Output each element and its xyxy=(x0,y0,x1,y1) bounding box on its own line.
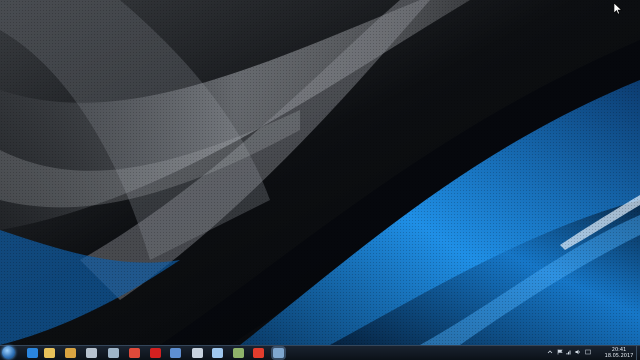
taskbar-button-document-icon[interactable] xyxy=(192,348,203,358)
desktop-wallpaper xyxy=(0,0,640,345)
show-desktop-button[interactable] xyxy=(636,346,640,360)
taskbar: 20:41 18.05.2017 xyxy=(0,345,640,360)
clock[interactable]: 20:41 18.05.2017 xyxy=(600,346,638,360)
taskbar-button-internet-explorer-icon[interactable] xyxy=(27,348,38,358)
wallpaper-art xyxy=(0,0,640,345)
taskbar-button-document-icon[interactable] xyxy=(212,348,223,358)
start-button[interactable] xyxy=(2,346,15,359)
taskbar-button-record-icon[interactable] xyxy=(150,348,161,358)
taskbar-button-settings-app-icon[interactable] xyxy=(233,348,244,358)
taskbar-button-app-icon[interactable] xyxy=(129,348,140,358)
taskbar-button-app-icon[interactable] xyxy=(65,348,76,358)
show-hidden-icons-icon[interactable] xyxy=(547,349,553,355)
volume-icon[interactable] xyxy=(575,349,581,355)
system-tray xyxy=(545,348,595,358)
language-icon[interactable] xyxy=(585,349,591,355)
flag-icon[interactable] xyxy=(557,349,563,355)
mouse-pointer-icon xyxy=(614,3,622,15)
clock-date: 18.05.2017 xyxy=(604,353,634,359)
taskbar-button-file-explorer-icon[interactable] xyxy=(44,348,55,358)
network-icon[interactable] xyxy=(566,349,572,355)
taskbar-button-app-icon[interactable] xyxy=(108,348,119,358)
taskbar-button-visual-studio-icon[interactable] xyxy=(170,348,181,358)
taskbar-button-app-icon[interactable] xyxy=(273,348,284,358)
taskbar-button-opera-browser-icon[interactable] xyxy=(253,348,264,358)
taskbar-button-app-icon[interactable] xyxy=(86,348,97,358)
